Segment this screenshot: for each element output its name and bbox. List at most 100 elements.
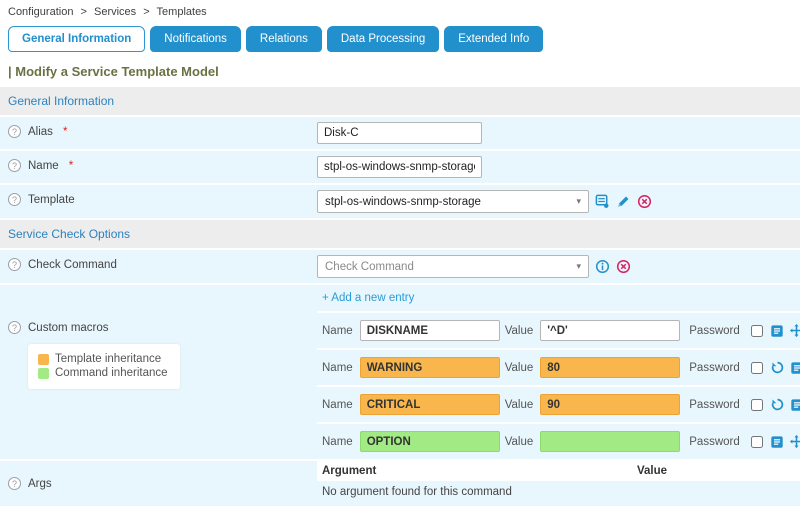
help-icon[interactable]: ? <box>8 258 21 271</box>
custom-macros-label-cell: ? Custom macros Template inheritance Com… <box>0 285 317 459</box>
help-icon[interactable]: ? <box>8 159 21 172</box>
template-inheritance-swatch <box>38 354 49 365</box>
macro-description-icon[interactable] <box>790 398 800 412</box>
macro-name-input[interactable] <box>360 394 500 415</box>
view-template-icon[interactable] <box>595 194 610 209</box>
template-row: ? Template stpl-os-windows-snmp-storage … <box>0 185 800 218</box>
delete-circle-x-icon[interactable] <box>616 259 631 274</box>
chevron-down-icon: ▾ <box>576 196 581 207</box>
custom-macros-row: ? Custom macros Template inheritance Com… <box>0 285 800 459</box>
tab-general-information[interactable]: General Information <box>8 26 145 52</box>
page-title: | Modify a Service Template Model <box>8 64 800 79</box>
macro-row-critical: Name Value Password <box>317 385 800 422</box>
macro-name-label: Name <box>322 362 353 374</box>
breadcrumb-templates[interactable]: Templates <box>157 6 207 18</box>
undo-inheritance-icon[interactable] <box>770 397 785 412</box>
macro-value-label: Value <box>505 325 534 337</box>
delete-circle-x-icon[interactable] <box>637 194 652 209</box>
args-header-value: Value <box>637 465 667 477</box>
macro-name-input[interactable] <box>360 320 500 341</box>
check-command-placeholder: Check Command <box>325 261 414 273</box>
macro-value-input[interactable] <box>540 394 680 415</box>
breadcrumb: Configuration > Services > Templates <box>0 0 800 20</box>
breadcrumb-configuration[interactable]: Configuration <box>8 6 73 18</box>
macro-value-input[interactable] <box>540 357 680 378</box>
macro-row-option: Name Value Password <box>317 422 800 459</box>
tab-relations[interactable]: Relations <box>246 26 322 52</box>
move-handle-icon[interactable] <box>789 434 800 449</box>
info-circle-icon[interactable] <box>595 259 610 274</box>
move-handle-icon[interactable] <box>789 323 800 338</box>
macro-name-input[interactable] <box>360 431 500 452</box>
help-icon[interactable]: ? <box>8 477 21 490</box>
password-checkbox[interactable] <box>751 325 763 337</box>
check-command-select[interactable]: Check Command ▾ <box>317 255 589 278</box>
macro-description-icon[interactable] <box>770 324 784 338</box>
macro-name-label: Name <box>322 436 353 448</box>
tab-extended-info[interactable]: Extended Info <box>444 26 543 52</box>
template-select-value: stpl-os-windows-snmp-storage <box>325 196 481 208</box>
alias-label-cell: ? Alias * <box>0 117 317 146</box>
template-select[interactable]: stpl-os-windows-snmp-storage ▾ <box>317 190 589 213</box>
breadcrumb-services[interactable]: Services <box>94 6 136 18</box>
password-checkbox[interactable] <box>751 399 763 411</box>
name-label-cell: ? Name * <box>0 151 317 180</box>
macro-password-label: Password <box>689 325 740 337</box>
macro-value-input[interactable] <box>540 320 680 341</box>
macro-row-diskname: Name Value Password <box>317 311 800 348</box>
args-label: Args <box>28 478 52 490</box>
tab-data-processing[interactable]: Data Processing <box>327 26 439 52</box>
legend-command-inheritance-label: Command inheritance <box>55 367 168 379</box>
name-input[interactable] <box>317 156 482 178</box>
password-checkbox[interactable] <box>751 436 763 448</box>
undo-inheritance-icon[interactable] <box>770 360 785 375</box>
check-command-row: ? Check Command Check Command ▾ <box>0 250 800 283</box>
tab-notifications[interactable]: Notifications <box>150 26 241 52</box>
args-empty-message: No argument found for this command <box>317 481 800 506</box>
breadcrumb-separator: > <box>81 6 87 18</box>
tab-bar: General Information Notifications Relati… <box>8 26 800 52</box>
help-icon[interactable]: ? <box>8 321 21 334</box>
macro-password-label: Password <box>689 399 740 411</box>
check-command-label: Check Command <box>28 259 117 271</box>
section-general-information: General Information <box>0 87 800 115</box>
args-row: ? Args Argument Value No argument found … <box>0 461 800 506</box>
args-table-header: Argument Value <box>317 461 800 481</box>
custom-macros-label: Custom macros <box>28 322 109 334</box>
macro-value-input[interactable] <box>540 431 680 452</box>
help-icon[interactable]: ? <box>8 193 21 206</box>
name-label: Name <box>28 160 59 172</box>
chevron-down-icon: ▾ <box>576 261 581 272</box>
password-checkbox[interactable] <box>751 362 763 374</box>
macro-description-icon[interactable] <box>770 435 784 449</box>
alias-input[interactable] <box>317 122 482 144</box>
macro-name-label: Name <box>322 325 353 337</box>
check-command-label-cell: ? Check Command <box>0 250 317 279</box>
alias-label: Alias <box>28 126 53 138</box>
template-label-cell: ? Template <box>0 185 317 214</box>
args-label-cell: ? Args <box>0 461 317 498</box>
edit-pencil-icon[interactable] <box>616 194 631 209</box>
required-asterisk: * <box>63 126 67 138</box>
macro-name-label: Name <box>322 399 353 411</box>
command-inheritance-swatch <box>38 368 49 379</box>
alias-row: ? Alias * <box>0 117 800 149</box>
macro-password-label: Password <box>689 436 740 448</box>
legend-template-inheritance-label: Template inheritance <box>55 353 161 365</box>
macro-inheritance-legend: Template inheritance Command inheritance <box>28 344 180 389</box>
legend-command-inheritance: Command inheritance <box>38 367 168 379</box>
required-asterisk: * <box>69 160 73 172</box>
macro-name-input[interactable] <box>360 357 500 378</box>
macro-password-label: Password <box>689 362 740 374</box>
macro-row-warning: Name Value Password <box>317 348 800 385</box>
help-icon[interactable]: ? <box>8 125 21 138</box>
macro-value-label: Value <box>505 362 534 374</box>
macro-value-label: Value <box>505 399 534 411</box>
macro-value-label: Value <box>505 436 534 448</box>
legend-template-inheritance: Template inheritance <box>38 353 168 365</box>
template-label: Template <box>28 194 75 206</box>
add-new-entry-link[interactable]: + Add a new entry <box>317 285 414 311</box>
args-header-argument: Argument <box>322 465 637 477</box>
section-service-check-options: Service Check Options <box>0 220 800 248</box>
macro-description-icon[interactable] <box>790 361 800 375</box>
